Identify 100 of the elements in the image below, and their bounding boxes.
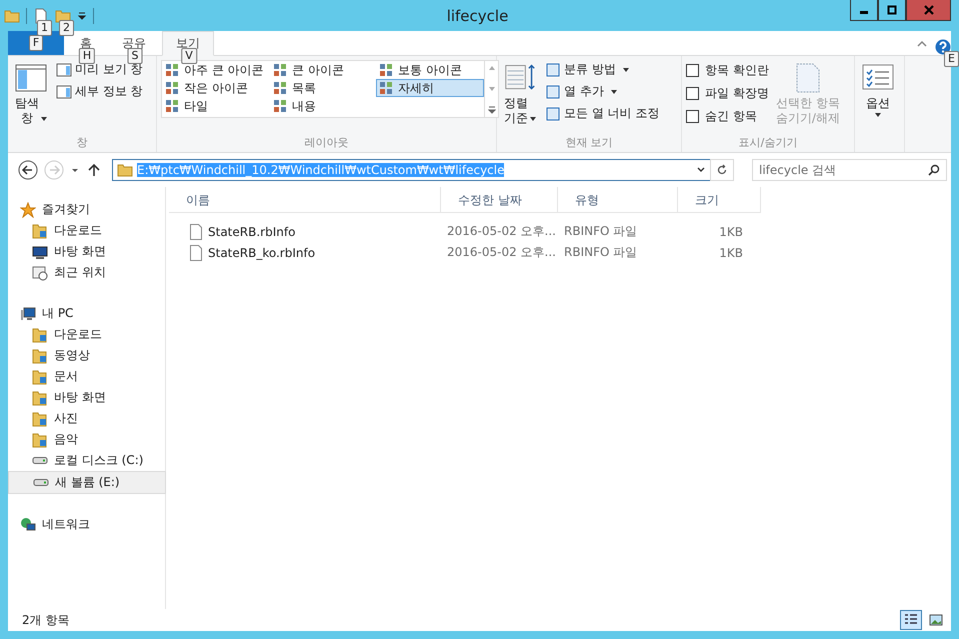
layout-option[interactable]: 목록 (270, 79, 376, 97)
monitor-icon (32, 244, 48, 260)
checkbox-label: 항목 확인란 (705, 62, 769, 78)
pane-button[interactable]: 세부 정보 창 (54, 82, 145, 101)
document-icon[interactable] (33, 8, 49, 24)
file-name[interactable]: StateRB_ko.rbInfo (208, 246, 316, 260)
column-icon (545, 84, 561, 100)
nav-item[interactable]: 다운로드 (8, 324, 165, 345)
options-button[interactable]: 옵션 (859, 60, 897, 124)
grid-icon (379, 63, 393, 77)
nav-item[interactable]: 로컬 디스크 (C:) (8, 450, 165, 471)
sort-button[interactable]: 정렬 기준 (501, 60, 539, 128)
grid-icon (273, 63, 287, 77)
caret-icon (41, 117, 47, 121)
key-tip: E (944, 51, 959, 67)
up-arrow-icon[interactable] (86, 162, 102, 178)
checkbox[interactable] (686, 110, 699, 122)
nav-item[interactable]: 내 PC (8, 303, 165, 324)
table-cell: 1KB (719, 246, 743, 260)
expand-gallery-icon[interactable] (488, 106, 496, 114)
column-icon (545, 62, 561, 78)
maximize-icon (887, 5, 897, 15)
document-icon (188, 244, 204, 260)
search-field[interactable]: lifecycle 검색 (752, 159, 947, 181)
drive-icon (33, 479, 49, 486)
view-command[interactable]: 열 추가 (543, 82, 662, 101)
collapse-icon[interactable] (917, 39, 927, 49)
caret-icon (610, 90, 617, 94)
nav-item[interactable]: 사진 (8, 408, 165, 429)
group-label: 표시/숨기기 (738, 135, 798, 150)
folder-icon (32, 432, 48, 448)
table-cell: 1KB (719, 224, 743, 238)
layout-option[interactable]: 작은 아이콘 (162, 79, 270, 97)
nav-item[interactable]: 새 볼륨 (E:) (8, 471, 166, 494)
checkbox[interactable] (686, 86, 699, 100)
nav-item[interactable]: 즐겨찾기 (8, 199, 165, 220)
close-button[interactable] (906, 0, 951, 21)
grid-icon (379, 81, 393, 95)
column-header[interactable]: 이름 (169, 187, 441, 213)
close-icon (924, 5, 934, 15)
caret-icon (622, 68, 629, 72)
grid-icon (273, 99, 287, 113)
grid-icon (273, 81, 287, 95)
folder-icon[interactable] (55, 8, 71, 24)
nav-item[interactable]: 바탕 화면 (8, 387, 165, 408)
image-icon (929, 613, 943, 627)
maximize-button[interactable] (878, 0, 906, 21)
recent-places-icon (32, 264, 48, 280)
nav-item[interactable]: 네트워크 (8, 514, 165, 535)
key-tip: S (128, 48, 142, 64)
column-header[interactable]: 크기 (678, 187, 761, 213)
key-tip: 2 (59, 20, 74, 36)
key-tip: H (78, 48, 96, 64)
pane-layout-icon (15, 62, 47, 94)
folder-icon (32, 390, 48, 406)
table-cell: RBINFO 파일 (564, 223, 638, 240)
folder-icon (32, 348, 48, 364)
checkbox[interactable] (686, 64, 699, 76)
view-command[interactable]: 모든 열 너비 조정 (543, 104, 662, 123)
key-tip: V (181, 48, 197, 64)
nav-item[interactable]: 바탕 화면 (8, 241, 165, 262)
grid-icon (165, 99, 179, 113)
layout-option[interactable]: 타일 (162, 97, 270, 115)
layout-option[interactable]: 보통 아이콘 (376, 61, 484, 79)
nav-item[interactable]: 음악 (8, 429, 165, 450)
nav-item[interactable]: 다운로드 (8, 220, 165, 241)
group-label: 현재 보기 (564, 135, 614, 150)
layout-option[interactable]: 자세히 (376, 79, 484, 97)
star-icon (20, 202, 36, 218)
search-icon[interactable] (928, 164, 940, 176)
caret-icon (875, 113, 881, 117)
table-cell: 2016-05-02 오후... (447, 244, 556, 261)
pane-icon (56, 84, 72, 100)
file-name[interactable]: StateRB.rbInfo (208, 224, 296, 238)
folder-icon (32, 410, 48, 426)
layout-option[interactable]: 내용 (270, 97, 376, 115)
nav-item[interactable]: 동영상 (8, 345, 165, 366)
minimize-button[interactable] (850, 0, 878, 21)
checkbox-label: 숨긴 항목 (705, 108, 757, 124)
dropdown-icon[interactable] (77, 10, 87, 20)
column-header[interactable]: 유형 (558, 187, 678, 213)
column-icon (545, 106, 561, 122)
details-view-button[interactable] (900, 610, 922, 630)
refresh-icon (716, 164, 728, 176)
column-header[interactable]: 수정한 날짜 (441, 187, 558, 213)
nav-item[interactable]: 최근 위치 (8, 262, 165, 283)
grid-icon (165, 81, 179, 95)
computer-icon (20, 306, 36, 322)
file-tab[interactable]: F (8, 31, 64, 55)
group-label: 레이아웃 (304, 135, 350, 150)
navigation-pane-button[interactable]: 탐색 창 (12, 60, 50, 128)
network-icon (20, 516, 36, 532)
layout-option[interactable]: 큰 아이콘 (270, 61, 376, 79)
folder-icon (117, 162, 133, 178)
table-cell: RBINFO 파일 (564, 244, 638, 261)
view-command[interactable]: 분류 방법 (543, 60, 662, 79)
back-button[interactable] (18, 160, 38, 180)
refresh-button[interactable] (710, 159, 734, 181)
nav-item[interactable]: 문서 (8, 366, 165, 387)
layout-option[interactable]: 아주 큰 아이콘 (162, 61, 270, 79)
